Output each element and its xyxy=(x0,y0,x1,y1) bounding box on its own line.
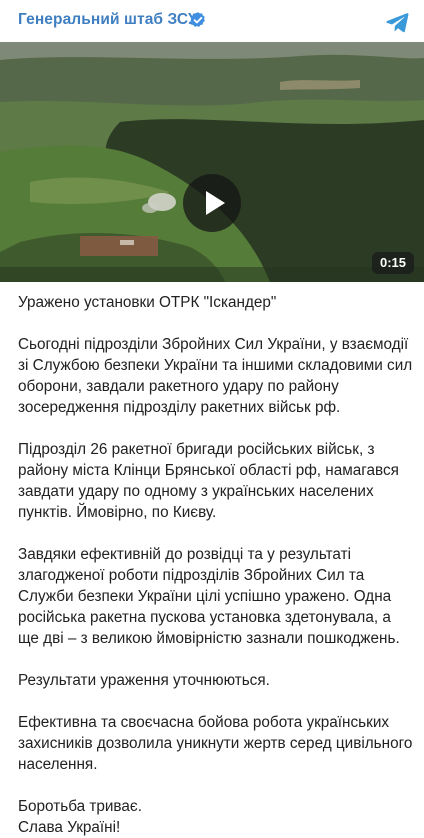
post-title: Уражено установки ОТРК "Іскандер" xyxy=(18,294,277,311)
video-thumbnail xyxy=(0,42,424,282)
video-player[interactable] xyxy=(0,42,424,282)
post-paragraph: Завдяки ефективній до розвідці та у резу… xyxy=(18,546,400,647)
post-closing: Боротьба триває. Слава Україні! xyxy=(18,796,413,838)
video-duration-badge: 0:15 xyxy=(372,252,414,274)
channel-name-link[interactable]: Генеральний штаб ЗСУ xyxy=(18,11,198,29)
verified-badge-icon xyxy=(190,12,205,27)
telegram-icon[interactable] xyxy=(385,11,409,33)
post-paragraph: Сьогодні підрозділи Збройних Сил України… xyxy=(18,336,413,416)
post-paragraph: Ефективна та своєчасна бойова робота укр… xyxy=(18,714,413,773)
closing-line: Боротьба триває. xyxy=(18,798,142,815)
post-body: Уражено установки ОТРК "Іскандер" Сьогод… xyxy=(18,292,413,838)
play-icon xyxy=(206,191,225,215)
play-button[interactable] xyxy=(183,174,241,232)
post-header: Генеральний штаб ЗСУ xyxy=(0,0,424,40)
closing-line: Слава Україні! xyxy=(18,819,121,836)
post-paragraph: Результати ураження уточнюються. xyxy=(18,672,270,689)
post-paragraph: Підрозділ 26 ракетної бригади російських… xyxy=(18,441,399,521)
